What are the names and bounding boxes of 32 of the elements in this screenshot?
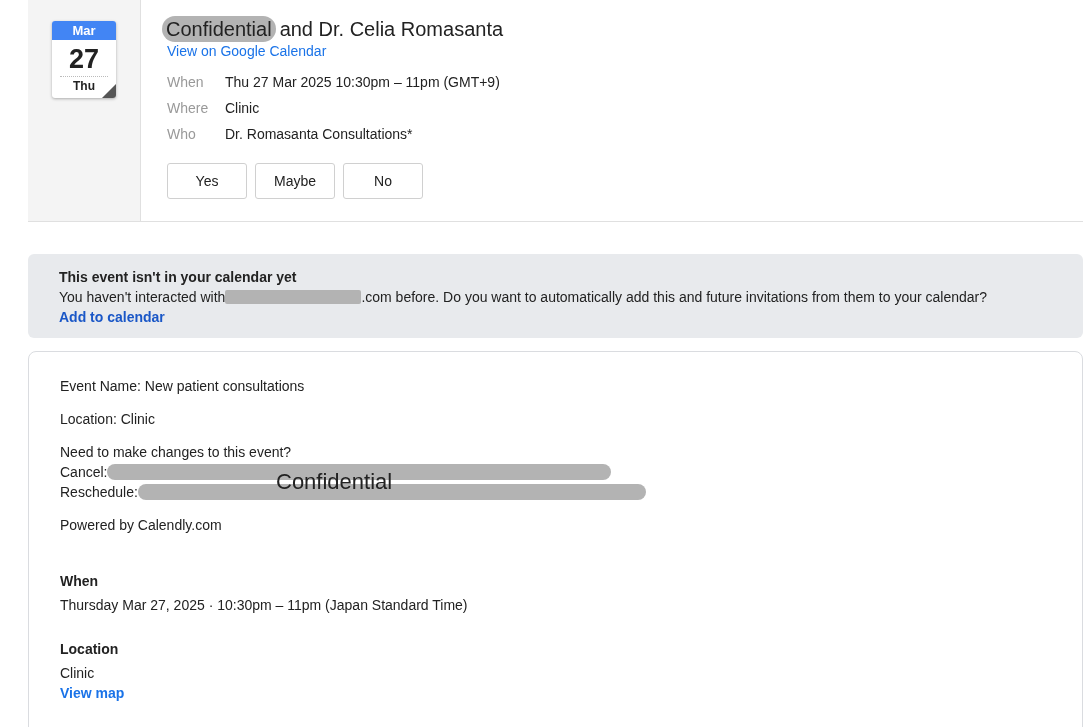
description-text: Cancel: [60,463,108,482]
view-map-link[interactable]: View map [60,683,125,703]
add-to-calendar-link[interactable]: Add to calendar [59,307,165,327]
description-text: Location: Clinic [60,410,155,429]
detail-value: Clinic [225,99,260,117]
calendar-link[interactable]: View on Google Calendar [167,42,327,60]
month-label: Mar [52,21,116,40]
detail-label: When [167,73,205,91]
page-curl-icon [102,84,116,98]
section-heading: When [60,572,99,591]
description-text: Powered by Calendly.com [60,516,222,535]
detail-value: Dr. Romasanta Consultations* [225,125,413,143]
detail-value: Thu 27 Mar 2025 10:30pm – 11pm (GMT+9) [225,73,500,91]
detail-label: Where [167,99,210,117]
weekday-label: Thu [73,78,95,95]
event-title: and Dr. Celia Romasanta [279,17,504,42]
notice-text: .com before. Do you want to automatically add this and future invitations from them to your calendar? [361,288,988,307]
rsvp-button[interactable]: No [343,163,423,199]
rsvp-button[interactable]: Yes [167,163,247,199]
notice-heading: This event isn't in your calendar yet [59,268,297,287]
description-text: Reschedule: [60,483,138,502]
detail-label: Who [167,125,197,143]
rsvp-button[interactable]: Maybe [255,163,335,199]
day-number: 27 [68,43,99,76]
redaction-label: Confidential [162,16,276,42]
redaction-label: Confidential [276,470,393,494]
description-text: Event Name: New patient consultations [60,377,305,396]
section-heading: Location [60,640,119,659]
description-text: Need to make changes to this event? [60,443,292,462]
section-text: Clinic [60,664,95,683]
notice-text: You haven't interacted with [59,288,226,307]
section-text: Thursday Mar 27, 2025 · 10:30pm – 11pm (Japan Standard Time) [60,596,468,615]
